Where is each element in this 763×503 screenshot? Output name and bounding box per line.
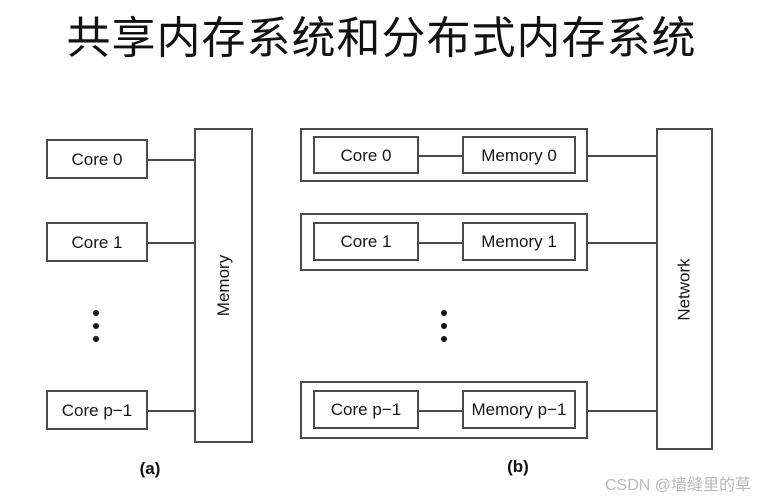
- connector-nodep-network: [588, 410, 656, 412]
- caption-a: (a): [139, 459, 161, 478]
- ellipsis-dot: [441, 336, 447, 342]
- ellipsis-dot: [93, 336, 99, 342]
- ellipsis-dot: [441, 310, 447, 316]
- core-box-p-minus-1-label: Core p−1: [61, 400, 133, 420]
- connector-core1-memory: [148, 242, 195, 244]
- ellipsis-dot: [441, 323, 447, 329]
- shared-memory-ellipsis: [93, 310, 99, 342]
- caption-b: (b): [507, 457, 529, 476]
- ellipsis-dot: [93, 323, 99, 329]
- diagram-page: 共享内存系统和分布式内存系统 Core 0 Core 1 Core p−1 Me…: [0, 0, 763, 503]
- network-box-label: Network: [675, 257, 695, 321]
- connector-core0-memory: [148, 159, 195, 161]
- node-1-memory-label: Memory 1: [481, 232, 557, 251]
- node-0-memory-label: Memory 0: [481, 145, 557, 165]
- core-box-1: Core 1: [46, 222, 148, 262]
- connector-nodep-core-memory: [419, 410, 462, 412]
- connector-node1-network: [588, 242, 656, 244]
- node-1-memory-box: Memory 1: [462, 222, 576, 261]
- node-p-minus-1-core-box: Core p−1: [313, 390, 419, 429]
- node-p-minus-1-memory-label: Memory p−1: [471, 400, 567, 419]
- connector-node1-core-memory: [419, 242, 462, 244]
- connector-corep-memory: [148, 410, 195, 412]
- node-1-core-label: Core 1: [340, 232, 392, 251]
- memory-box-label: Memory: [214, 254, 233, 317]
- connector-node0-network: [588, 155, 656, 157]
- network-box: Network: [656, 128, 713, 450]
- node-p-minus-1-core-label: Core p−1: [330, 400, 402, 419]
- core-box-p-minus-1: Core p−1: [46, 390, 148, 430]
- page-title: 共享内存系统和分布式内存系统: [66, 14, 697, 63]
- core-box-0-label: Core 0: [71, 149, 123, 169]
- node-1-core-box: Core 1: [313, 222, 419, 261]
- memory-box: Memory: [194, 128, 253, 443]
- connector-node0-core-memory: [419, 155, 462, 157]
- distributed-memory-ellipsis: [441, 310, 447, 342]
- node-0-memory-box: Memory 0: [462, 136, 576, 174]
- csdn-watermark: CSDN @墙缝里的草: [604, 477, 751, 494]
- node-0-core-box: Core 0: [313, 136, 419, 174]
- node-p-minus-1-memory-box: Memory p−1: [462, 390, 576, 429]
- ellipsis-dot: [93, 310, 99, 316]
- core-box-0: Core 0: [46, 139, 148, 179]
- core-box-1-label: Core 1: [71, 232, 123, 252]
- node-0-core-label: Core 0: [340, 145, 392, 165]
